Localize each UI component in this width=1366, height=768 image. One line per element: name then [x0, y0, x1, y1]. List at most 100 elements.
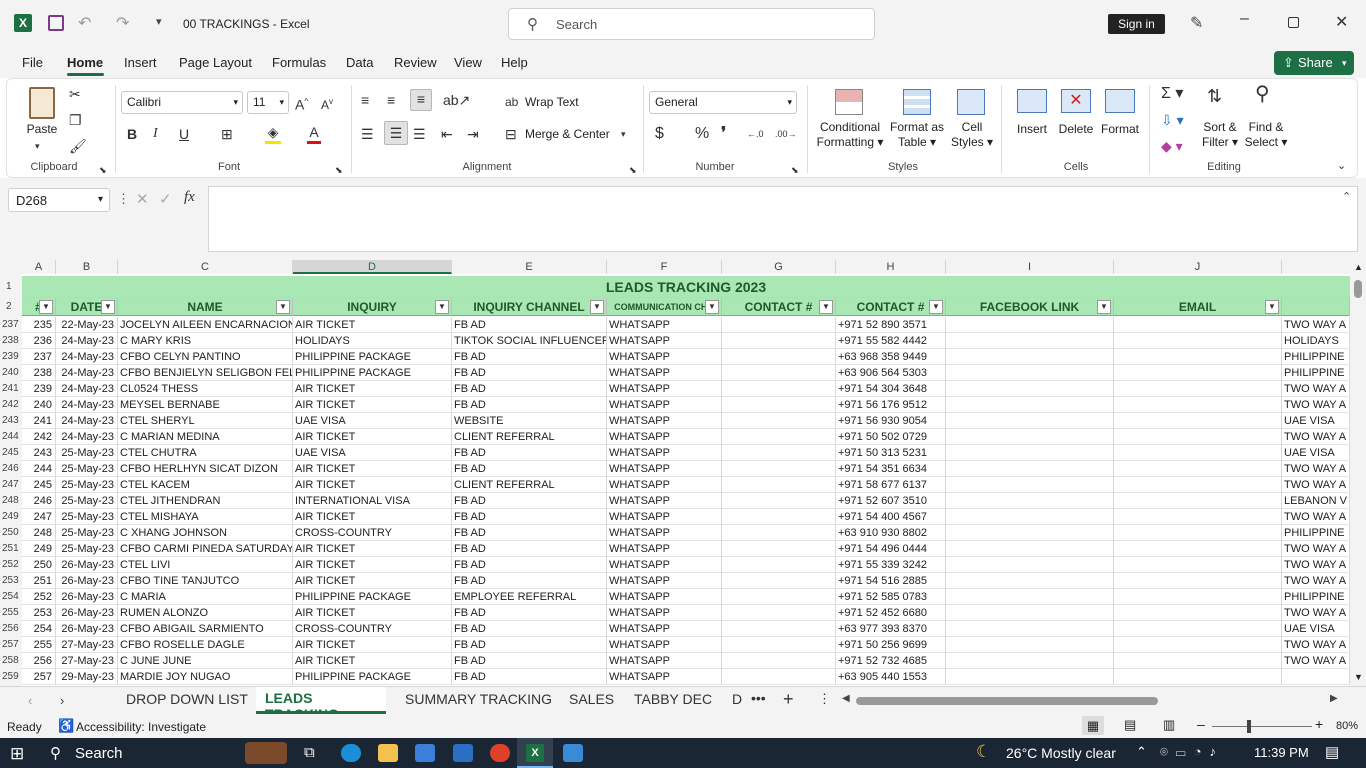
table-cell[interactable]: CFBO HERLHYN SICAT DIZON	[118, 461, 293, 477]
undo-icon[interactable]: ↶	[78, 13, 91, 33]
table-cell[interactable]: AIR TICKET	[293, 477, 452, 493]
page-break-view-icon[interactable]: ▥	[1163, 717, 1175, 733]
table-cell[interactable]: UAE VISA	[1282, 413, 1350, 429]
clipboard-launcher-icon[interactable]: ⬊	[99, 161, 107, 179]
table-cell[interactable]	[1114, 477, 1282, 493]
table-cell[interactable]: CFBO CARMI PINEDA SATURDAY	[118, 541, 293, 557]
clock-time[interactable]: 11:39 PM	[1254, 745, 1309, 760]
table-cell[interactable]	[1114, 445, 1282, 461]
table-cell[interactable]: CTEL SHERYL	[118, 413, 293, 429]
fill-icon[interactable]: ⇩ ▾	[1161, 111, 1184, 129]
table-cell[interactable]	[1114, 573, 1282, 589]
add-sheet-icon[interactable]: +	[783, 689, 794, 710]
name-box[interactable]: D268 ▾	[8, 188, 110, 212]
worksheet-grid[interactable]: ABCDEFGHIJ 1 2 237 238 239 240 241 242 243 244 245…	[0, 260, 1366, 686]
insert-cells-icon[interactable]	[1017, 89, 1047, 113]
format-cells-icon[interactable]	[1105, 89, 1135, 113]
table-cell[interactable]: 25-May-23	[56, 445, 118, 461]
decrease-font-icon[interactable]: Av	[321, 93, 333, 114]
table-cell[interactable]: C XHANG JOHNSON	[118, 525, 293, 541]
orientation-icon[interactable]: ab↗	[443, 91, 470, 109]
accessibility-status[interactable]: Accessibility: Investigate	[76, 720, 206, 734]
table-cell[interactable]: 243	[22, 445, 56, 461]
table-cell[interactable]: WHATSAPP	[607, 669, 722, 685]
table-cell[interactable]	[1114, 413, 1282, 429]
table-cell[interactable]: 257	[22, 669, 56, 685]
table-cell[interactable]: WHATSAPP	[607, 493, 722, 509]
table-cell[interactable]	[722, 333, 836, 349]
align-bottom-icon[interactable]: ≡	[410, 89, 432, 111]
sort-filter-button[interactable]: Sort & Filter ▾	[1197, 120, 1243, 150]
table-cell[interactable]: WHATSAPP	[607, 381, 722, 397]
table-cell[interactable]	[946, 381, 1114, 397]
collapse-formula-icon[interactable]: ⌃	[1342, 190, 1351, 203]
excel-taskbar-icon[interactable]: X	[517, 738, 553, 768]
table-cell[interactable]: AIR TICKET	[293, 653, 452, 669]
table-cell[interactable]: AIR TICKET	[293, 573, 452, 589]
table-cell[interactable]	[722, 541, 836, 557]
table-cell[interactable]	[946, 317, 1114, 333]
table-cell[interactable]	[1114, 461, 1282, 477]
notification-icon[interactable]: ▤	[1325, 743, 1339, 761]
table-cell[interactable]: FB AD	[452, 317, 607, 333]
table-cell[interactable]: WHATSAPP	[607, 397, 722, 413]
table-cell[interactable]: FB AD	[452, 349, 607, 365]
table-cell[interactable]: CTEL CHUTRA	[118, 445, 293, 461]
merge-center-button[interactable]: Merge & Center	[525, 127, 610, 142]
table-cell[interactable]	[722, 493, 836, 509]
table-cell[interactable]	[946, 461, 1114, 477]
table-cell[interactable]: AIR TICKET	[293, 461, 452, 477]
table-header-cell[interactable]: CONTACT # ▼	[836, 298, 946, 316]
table-header-cell[interactable]: #▼	[22, 298, 56, 316]
table-cell[interactable]: AIR TICKET	[293, 429, 452, 445]
table-cell[interactable]: 244	[22, 461, 56, 477]
table-cell[interactable]: CFBO BENJIELYN SELIGBON FELICI	[118, 365, 293, 381]
sheet-tab-summary-tracking[interactable]: SUMMARY TRACKING	[405, 691, 552, 707]
table-cell[interactable]: WHATSAPP	[607, 573, 722, 589]
table-header-cell[interactable]: INQUIRY CHANNEL ▼	[452, 298, 607, 316]
table-cell[interactable]: FB AD	[452, 637, 607, 653]
table-cell[interactable]: +971 50 502 0729	[836, 429, 946, 445]
table-cell[interactable]: WHATSAPP	[607, 429, 722, 445]
insert-function-icon[interactable]: fx	[184, 189, 195, 206]
store-icon[interactable]	[415, 744, 435, 762]
filter-dropdown-icon[interactable]: ▼	[276, 300, 290, 314]
table-cell[interactable]: +971 56 930 9054	[836, 413, 946, 429]
cell-styles-button[interactable]: Cell Styles ▾	[947, 120, 997, 150]
zoom-in-icon[interactable]: +	[1315, 716, 1323, 732]
table-cell[interactable]	[722, 365, 836, 381]
table-cell[interactable]: FB AD	[452, 461, 607, 477]
font-name-select[interactable]: Calibri ▾	[121, 91, 243, 114]
delete-cells-button[interactable]: Delete	[1057, 122, 1095, 137]
number-launcher-icon[interactable]: ⬊	[791, 161, 799, 179]
clear-icon[interactable]: ◆ ▾	[1161, 137, 1183, 155]
table-cell[interactable]	[946, 349, 1114, 365]
table-cell[interactable]: TWO WAY A	[1282, 461, 1350, 477]
vertical-scroll-thumb[interactable]	[1354, 280, 1362, 298]
format-painter-icon[interactable]: 🖌	[69, 137, 87, 155]
table-cell[interactable]: +971 54 516 2885	[836, 573, 946, 589]
scroll-up-icon[interactable]: ▲	[1354, 262, 1363, 272]
weather-text[interactable]: 26°C Mostly clear	[1006, 745, 1116, 761]
table-cell[interactable]: 25-May-23	[56, 461, 118, 477]
increase-decimal-icon[interactable]: ←.0	[747, 125, 764, 143]
table-cell[interactable]: WHATSAPP	[607, 637, 722, 653]
table-cell[interactable]: C MARY KRIS	[118, 333, 293, 349]
font-color-icon[interactable]: A	[307, 123, 321, 144]
table-cell[interactable]: FB AD	[452, 493, 607, 509]
table-cell[interactable]: +63 910 930 8802	[836, 525, 946, 541]
table-header-cell[interactable]	[1282, 298, 1350, 316]
filter-dropdown-icon[interactable]: ▼	[435, 300, 449, 314]
table-cell[interactable]: FB AD	[452, 653, 607, 669]
table-cell[interactable]	[1114, 589, 1282, 605]
table-cell[interactable]: 24-May-23	[56, 381, 118, 397]
zoom-slider[interactable]	[1212, 726, 1312, 727]
filter-dropdown-icon[interactable]: ▼	[819, 300, 833, 314]
table-cell[interactable]	[946, 413, 1114, 429]
table-cell[interactable]: TWO WAY A	[1282, 653, 1350, 669]
photos-icon[interactable]	[563, 744, 583, 762]
table-cell[interactable]: TWO WAY A	[1282, 573, 1350, 589]
file-explorer-icon[interactable]	[378, 744, 398, 762]
table-cell[interactable]: 26-May-23	[56, 589, 118, 605]
mail-icon[interactable]	[453, 744, 473, 762]
